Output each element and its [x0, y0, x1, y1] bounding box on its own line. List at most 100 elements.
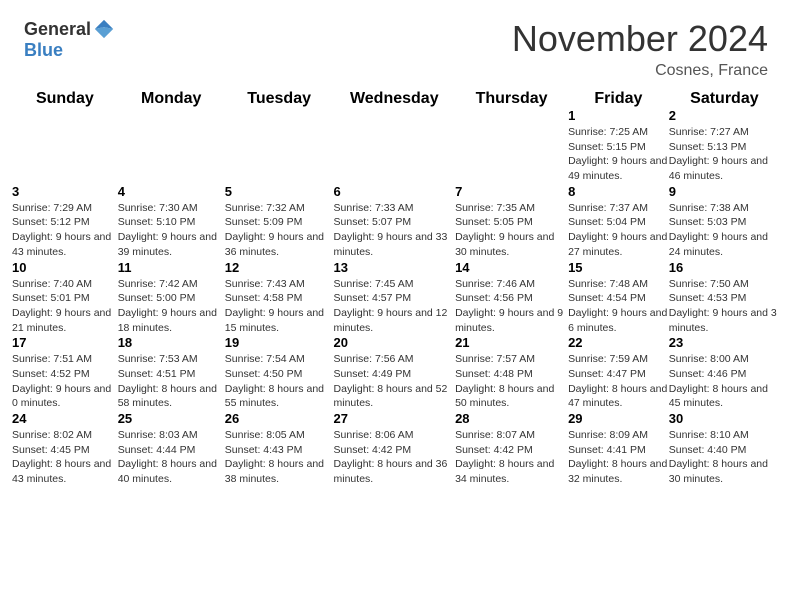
calendar-cell: 1 Sunrise: 7:25 AMSunset: 5:15 PMDaylight… [568, 108, 669, 184]
header-saturday: Saturday [669, 90, 780, 108]
calendar-week-2: 3 Sunrise: 7:29 AMSunset: 5:12 PMDaylight… [12, 184, 780, 260]
day-number: 6 [334, 184, 456, 199]
month-title: November 2024 [512, 18, 768, 60]
day-info: Sunrise: 8:00 AMSunset: 4:46 PMDaylight:… [669, 352, 780, 411]
day-number: 30 [669, 411, 780, 426]
calendar-cell: 17Sunrise: 7:51 AMSunset: 4:52 PMDayligh… [12, 335, 118, 411]
day-number: 2 [669, 108, 780, 123]
calendar-cell: 5 Sunrise: 7:32 AMSunset: 5:09 PMDaylight… [225, 184, 334, 260]
calendar-cell: 12Sunrise: 7:43 AMSunset: 4:58 PMDayligh… [225, 260, 334, 336]
day-info: Sunrise: 7:32 AMSunset: 5:09 PMDaylight:… [225, 201, 334, 260]
day-number: 16 [669, 260, 780, 275]
day-number: 23 [669, 335, 780, 350]
day-number: 10 [12, 260, 118, 275]
day-info: Sunrise: 8:06 AMSunset: 4:42 PMDaylight:… [334, 428, 456, 487]
calendar-week-3: 10 Sunrise: 7:40 AMSunset: 5:01 PMDayligh… [12, 260, 780, 336]
calendar-cell: 28 Sunrise: 8:07 AMSunset: 4:42 PMDayligh… [455, 411, 568, 487]
calendar-cell: 30 Sunrise: 8:10 AMSunset: 4:40 PMDayligh… [669, 411, 780, 487]
calendar-week-1: 1 Sunrise: 7:25 AMSunset: 5:15 PMDaylight… [12, 108, 780, 184]
calendar-cell: 8 Sunrise: 7:37 AMSunset: 5:04 PMDaylight… [568, 184, 669, 260]
day-info: Sunrise: 7:57 AMSunset: 4:48 PMDaylight:… [455, 352, 568, 411]
calendar-cell: 14Sunrise: 7:46 AMSunset: 4:56 PMDayligh… [455, 260, 568, 336]
day-info: Sunrise: 7:53 AMSunset: 4:51 PMDaylight:… [118, 352, 225, 411]
calendar-cell: 21 Sunrise: 7:57 AMSunset: 4:48 PMDayligh… [455, 335, 568, 411]
day-number: 11 [118, 260, 225, 275]
day-info: Sunrise: 7:43 AMSunset: 4:58 PMDaylight:… [225, 277, 334, 336]
calendar-cell: 2 Sunrise: 7:27 AMSunset: 5:13 PMDaylight… [669, 108, 780, 184]
day-number: 27 [334, 411, 456, 426]
day-number: 1 [568, 108, 669, 123]
day-info: Sunrise: 7:59 AMSunset: 4:47 PMDaylight:… [568, 352, 669, 411]
day-info: Sunrise: 7:45 AMSunset: 4:57 PMDaylight:… [334, 277, 456, 336]
calendar-cell [12, 108, 118, 184]
day-info: Sunrise: 7:25 AMSunset: 5:15 PMDaylight:… [568, 125, 669, 184]
logo-icon [93, 18, 115, 40]
calendar-cell: 9 Sunrise: 7:38 AMSunset: 5:03 PMDaylight… [669, 184, 780, 260]
calendar-cell: 6 Sunrise: 7:33 AMSunset: 5:07 PMDaylight… [334, 184, 456, 260]
day-info: Sunrise: 8:09 AMSunset: 4:41 PMDaylight:… [568, 428, 669, 487]
header-thursday: Thursday [455, 90, 568, 108]
day-info: Sunrise: 7:29 AMSunset: 5:12 PMDaylight:… [12, 201, 118, 260]
logo: General Blue [24, 18, 115, 61]
day-info: Sunrise: 8:07 AMSunset: 4:42 PMDaylight:… [455, 428, 568, 487]
calendar-week-4: 17Sunrise: 7:51 AMSunset: 4:52 PMDayligh… [12, 335, 780, 411]
calendar-cell: 10 Sunrise: 7:40 AMSunset: 5:01 PMDayligh… [12, 260, 118, 336]
day-number: 5 [225, 184, 334, 199]
day-info: Sunrise: 7:37 AMSunset: 5:04 PMDaylight:… [568, 201, 669, 260]
location: Cosnes, France [512, 62, 768, 80]
day-info: Sunrise: 7:40 AMSunset: 5:01 PMDaylight:… [12, 277, 118, 336]
day-info: Sunrise: 7:46 AMSunset: 4:56 PMDaylight:… [455, 277, 568, 336]
day-info: Sunrise: 7:38 AMSunset: 5:03 PMDaylight:… [669, 201, 780, 260]
calendar-cell [118, 108, 225, 184]
day-info: Sunrise: 8:05 AMSunset: 4:43 PMDaylight:… [225, 428, 334, 487]
calendar-wrapper: Sunday Monday Tuesday Wednesday Thursday… [0, 90, 792, 499]
day-info: Sunrise: 7:27 AMSunset: 5:13 PMDaylight:… [669, 125, 780, 184]
day-info: Sunrise: 7:42 AMSunset: 5:00 PMDaylight:… [118, 277, 225, 336]
calendar-cell: 20Sunrise: 7:56 AMSunset: 4:49 PMDayligh… [334, 335, 456, 411]
day-info: Sunrise: 7:33 AMSunset: 5:07 PMDaylight:… [334, 201, 456, 260]
header-friday: Friday [568, 90, 669, 108]
day-number: 4 [118, 184, 225, 199]
calendar-cell: 19 Sunrise: 7:54 AMSunset: 4:50 PMDayligh… [225, 335, 334, 411]
calendar-cell [455, 108, 568, 184]
calendar-cell: 13Sunrise: 7:45 AMSunset: 4:57 PMDayligh… [334, 260, 456, 336]
day-number: 20 [334, 335, 456, 350]
day-number: 18 [118, 335, 225, 350]
day-number: 19 [225, 335, 334, 350]
day-number: 3 [12, 184, 118, 199]
calendar-cell: 24Sunrise: 8:02 AMSunset: 4:45 PMDayligh… [12, 411, 118, 487]
day-info: Sunrise: 7:48 AMSunset: 4:54 PMDaylight:… [568, 277, 669, 336]
day-number: 15 [568, 260, 669, 275]
day-info: Sunrise: 8:10 AMSunset: 4:40 PMDaylight:… [669, 428, 780, 487]
day-number: 9 [669, 184, 780, 199]
calendar-cell: 7Sunrise: 7:35 AMSunset: 5:05 PMDaylight… [455, 184, 568, 260]
header-tuesday: Tuesday [225, 90, 334, 108]
day-info: Sunrise: 8:02 AMSunset: 4:45 PMDaylight:… [12, 428, 118, 487]
day-info: Sunrise: 7:30 AMSunset: 5:10 PMDaylight:… [118, 201, 225, 260]
day-number: 25 [118, 411, 225, 426]
calendar-cell: 15 Sunrise: 7:48 AMSunset: 4:54 PMDayligh… [568, 260, 669, 336]
day-number: 29 [568, 411, 669, 426]
calendar-cell [334, 108, 456, 184]
calendar-header: Sunday Monday Tuesday Wednesday Thursday… [12, 90, 780, 108]
calendar-cell: 25 Sunrise: 8:03 AMSunset: 4:44 PMDayligh… [118, 411, 225, 487]
day-number: 21 [455, 335, 568, 350]
weekday-header-row: Sunday Monday Tuesday Wednesday Thursday… [12, 90, 780, 108]
day-number: 7 [455, 184, 568, 199]
day-info: Sunrise: 7:54 AMSunset: 4:50 PMDaylight:… [225, 352, 334, 411]
day-number: 8 [568, 184, 669, 199]
calendar-cell: 4 Sunrise: 7:30 AMSunset: 5:10 PMDaylight… [118, 184, 225, 260]
header-sunday: Sunday [12, 90, 118, 108]
calendar-body: 1 Sunrise: 7:25 AMSunset: 5:15 PMDaylight… [12, 108, 780, 487]
calendar-cell: 29 Sunrise: 8:09 AMSunset: 4:41 PMDayligh… [568, 411, 669, 487]
day-info: Sunrise: 7:51 AMSunset: 4:52 PMDaylight:… [12, 352, 118, 411]
day-info: Sunrise: 8:03 AMSunset: 4:44 PMDaylight:… [118, 428, 225, 487]
logo-blue-text: Blue [24, 40, 63, 60]
header: General Blue November 2024 Cosnes, Franc… [0, 0, 792, 90]
title-block: November 2024 Cosnes, France [512, 18, 768, 80]
header-monday: Monday [118, 90, 225, 108]
calendar-cell: 23 Sunrise: 8:00 AMSunset: 4:46 PMDayligh… [669, 335, 780, 411]
day-number: 28 [455, 411, 568, 426]
calendar-cell: 11 Sunrise: 7:42 AMSunset: 5:00 PMDayligh… [118, 260, 225, 336]
day-number: 26 [225, 411, 334, 426]
